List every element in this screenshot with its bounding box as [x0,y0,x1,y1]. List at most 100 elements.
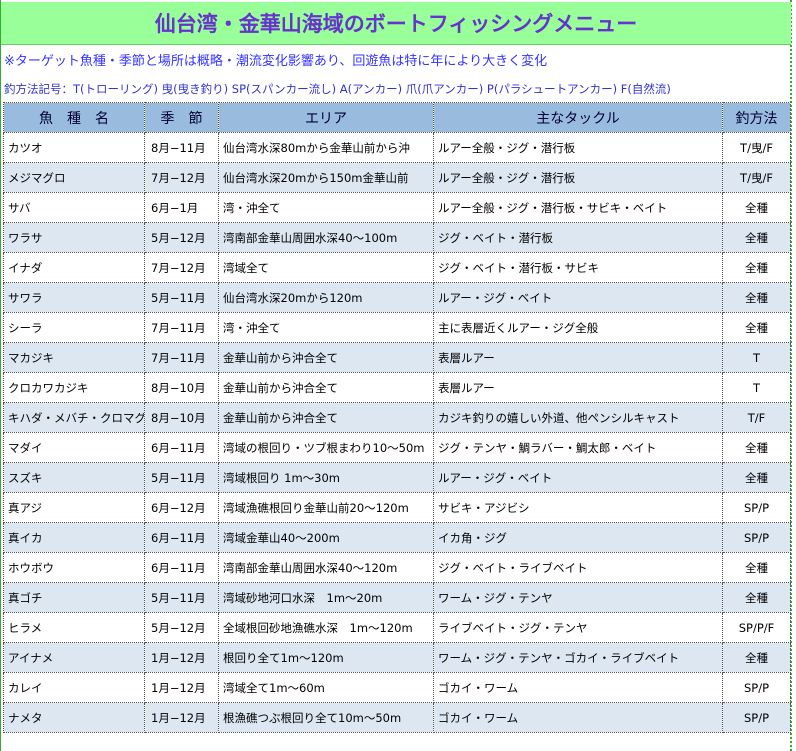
table-row: ホウボウ 6月−11月 湾南部金華山周囲水深40〜120m ジグ・ベイト・ライブベイト… [3,552,791,583]
cell-season: 6月−12月 [144,492,219,523]
cell-method: SP/P [722,522,791,553]
table-row: 真ゴチ 5月−11月 湾域砂地河口水深 1m〜20m ワーム・ジグ・テンヤ 全種 [3,582,791,613]
cell-tackle: ジグ・ベイト・潜行板 [433,222,723,253]
table-row: ナメタ 1月−12月 根漁礁つぶ根回り全て10m〜50m ゴカイ・ワーム SP/P [3,702,791,733]
cell-fish: 真イカ [3,522,145,553]
cell-season: 7月−11月 [144,342,219,373]
cell-area: 湾域根回り 1m〜30m [218,462,434,493]
note-methods: 釣方法記号：T(トローリング) 曳(曳き釣り) SP(スパンカー流し) A(アン… [4,82,671,96]
cell-area: 湾域砂地河口水深 1m〜20m [218,582,434,613]
table-row: マダイ 6月−11月 湾域の根回り・ツブ根まわり10〜50m ジグ・テンヤ・鯛ラバー・… [3,432,791,463]
cell-area: 湾域金華山40〜200m [218,522,434,553]
cell-fish: カレイ [3,672,145,703]
cell-tackle: ジグ・ベイト・潜行板・サビキ [433,252,723,283]
cell-tackle: 表層ルアー [433,372,723,403]
cell-season: 8月−10月 [144,402,219,433]
fish-table: 魚 種 名 季 節 エリア 主なタックル 釣方法 カツオ 8月−11月 仙台湾水深8… [3,102,791,733]
table-row: ワラサ 5月−12月 湾南部金華山周囲水深40〜100m ジグ・ベイト・潜行板 全種 [3,222,791,253]
cell-season: 8月−11月 [144,132,219,163]
cell-tackle: 主に表層近くルアー・ジグ全般 [433,312,723,343]
cell-season: 1月−12月 [144,672,219,703]
cell-method: 全種 [722,582,791,613]
table-row: カレイ 1月−12月 湾域全て1m〜60m ゴカイ・ワーム SP/P [3,672,791,703]
cell-tackle: ルアー全般・ジグ・潜行板 [433,162,723,193]
cell-season: 6月−11月 [144,522,219,553]
table-row: ヒラメ 5月−12月 全域根回砂地漁礁水深 1m〜120m ライブベイト・ジグ・テンヤ… [3,612,791,643]
cell-fish: クロカワカジキ [3,372,145,403]
cell-tackle: ジグ・ベイト・ライブベイト [433,552,723,583]
cell-method: SP/P [722,672,791,703]
table-row: サバ 6月−1月 湾・沖全て ルアー全般・ジグ・潜行板・サビキ・ベイト 全種 [3,192,791,223]
cell-method: 全種 [722,312,791,343]
cell-tackle: ルアー全般・ジグ・潜行板 [433,132,723,163]
cell-method: SP/P [722,702,791,733]
cell-area: 金華山前から沖合全て [218,342,434,373]
cell-season: 1月−12月 [144,642,219,673]
cell-tackle: ゴカイ・ワーム [433,672,723,703]
cell-tackle: ルアー全般・ジグ・潜行板・サビキ・ベイト [433,192,723,223]
cell-area: 仙台湾水深20mから120m [218,282,434,313]
cell-method: 全種 [722,222,791,253]
cell-season: 6月−11月 [144,552,219,583]
table-header-row: 魚 種 名 季 節 エリア 主なタックル 釣方法 [3,102,791,133]
cell-tackle: ルアー・ジグ・ベイト [433,282,723,313]
cell-tackle: ルアー・ジグ・ベイト [433,462,723,493]
cell-tackle: カジキ釣りの嬉しい外道、他ペンシルキャスト [433,402,723,433]
cell-area: 全域根回砂地漁礁水深 1m〜120m [218,612,434,643]
table-row: スズキ 5月−11月 湾域根回り 1m〜30m ルアー・ジグ・ベイト 全種 [3,462,791,493]
table-row: 真イカ 6月−11月 湾域金華山40〜200m イカ角・ジグ SP/P [3,522,791,553]
cell-season: 1月−12月 [144,702,219,733]
cell-fish: メジマグロ [3,162,145,193]
table-row: イナダ 7月−12月 湾域全て ジグ・ベイト・潜行板・サビキ 全種 [3,252,791,283]
cell-method: 全種 [722,552,791,583]
cell-tackle: ワーム・ジグ・テンヤ・ゴカイ・ライブベイト [433,642,723,673]
cell-area: 湾域漁礁根回り金華山前20〜120m [218,492,434,523]
cell-season: 5月−12月 [144,612,219,643]
cell-fish: シーラ [3,312,145,343]
cell-tackle: 表層ルアー [433,342,723,373]
cell-method: 全種 [722,252,791,283]
page-title: 仙台湾・金華山海域のボートフィッシングメニュー [1,2,791,45]
cell-season: 6月−11月 [144,432,219,463]
cell-fish: ホウボウ [3,552,145,583]
cell-area: 仙台湾水深80mから金華山前から沖 [218,132,434,163]
col-header-method: 釣方法 [722,102,791,133]
table-row: クロカワカジキ 8月−10月 金華山前から沖合全て 表層ルアー T [3,372,791,403]
cell-area: 金華山前から沖合全て [218,402,434,433]
cell-fish: 真アジ [3,492,145,523]
cell-fish: カツオ [3,132,145,163]
col-header-tackle: 主なタックル [433,102,723,133]
cell-season: 5月−11月 [144,462,219,493]
cell-fish: キハダ・メバチ・クロマグロ [3,402,145,433]
cell-method: T [722,372,791,403]
table-row: アイナメ 1月−12月 根回り全て1m〜120m ワーム・ジグ・テンヤ・ゴカイ・ライブ… [3,642,791,673]
cell-method: 全種 [722,192,791,223]
cell-method: 全種 [722,462,791,493]
cell-method: T [722,342,791,373]
cell-area: 湾・沖全て [218,192,434,223]
cell-method: 全種 [722,432,791,463]
cell-season: 8月−10月 [144,372,219,403]
cell-method: T/F [722,402,791,433]
cell-area: 金華山前から沖合全て [218,372,434,403]
cell-fish: マカジキ [3,342,145,373]
cell-method: T/曳/F [722,132,791,163]
cell-fish: サワラ [3,282,145,313]
cell-area: 根漁礁つぶ根回り全て10m〜50m [218,702,434,733]
note-main: ※ターゲット魚種・季節と場所は概略・潮流変化影響あり、回遊魚は特に年により大きく… [4,54,548,69]
cell-fish: ワラサ [3,222,145,253]
table-row: メジマグロ 7月−12月 仙台湾水深20mから150m金華山前 ルアー全般・ジグ・潜行… [3,162,791,193]
cell-method: T/曳/F [722,162,791,193]
cell-tackle: サビキ・アジビシ [433,492,723,523]
cell-fish: ナメタ [3,702,145,733]
cell-area: 湾域全て1m〜60m [218,672,434,703]
col-header-area: エリア [218,102,434,133]
table-row: カツオ 8月−11月 仙台湾水深80mから金華山前から沖 ルアー全般・ジグ・潜行板 T/… [3,132,791,163]
cell-tackle: イカ角・ジグ [433,522,723,553]
table-row: シーラ 7月−11月 湾・沖全て 主に表層近くルアー・ジグ全般 全種 [3,312,791,343]
cell-method: 全種 [722,642,791,673]
cell-area: 湾域全て [218,252,434,283]
cell-season: 5月−11月 [144,582,219,613]
col-header-fish: 魚 種 名 [3,102,145,133]
cell-season: 7月−12月 [144,252,219,283]
